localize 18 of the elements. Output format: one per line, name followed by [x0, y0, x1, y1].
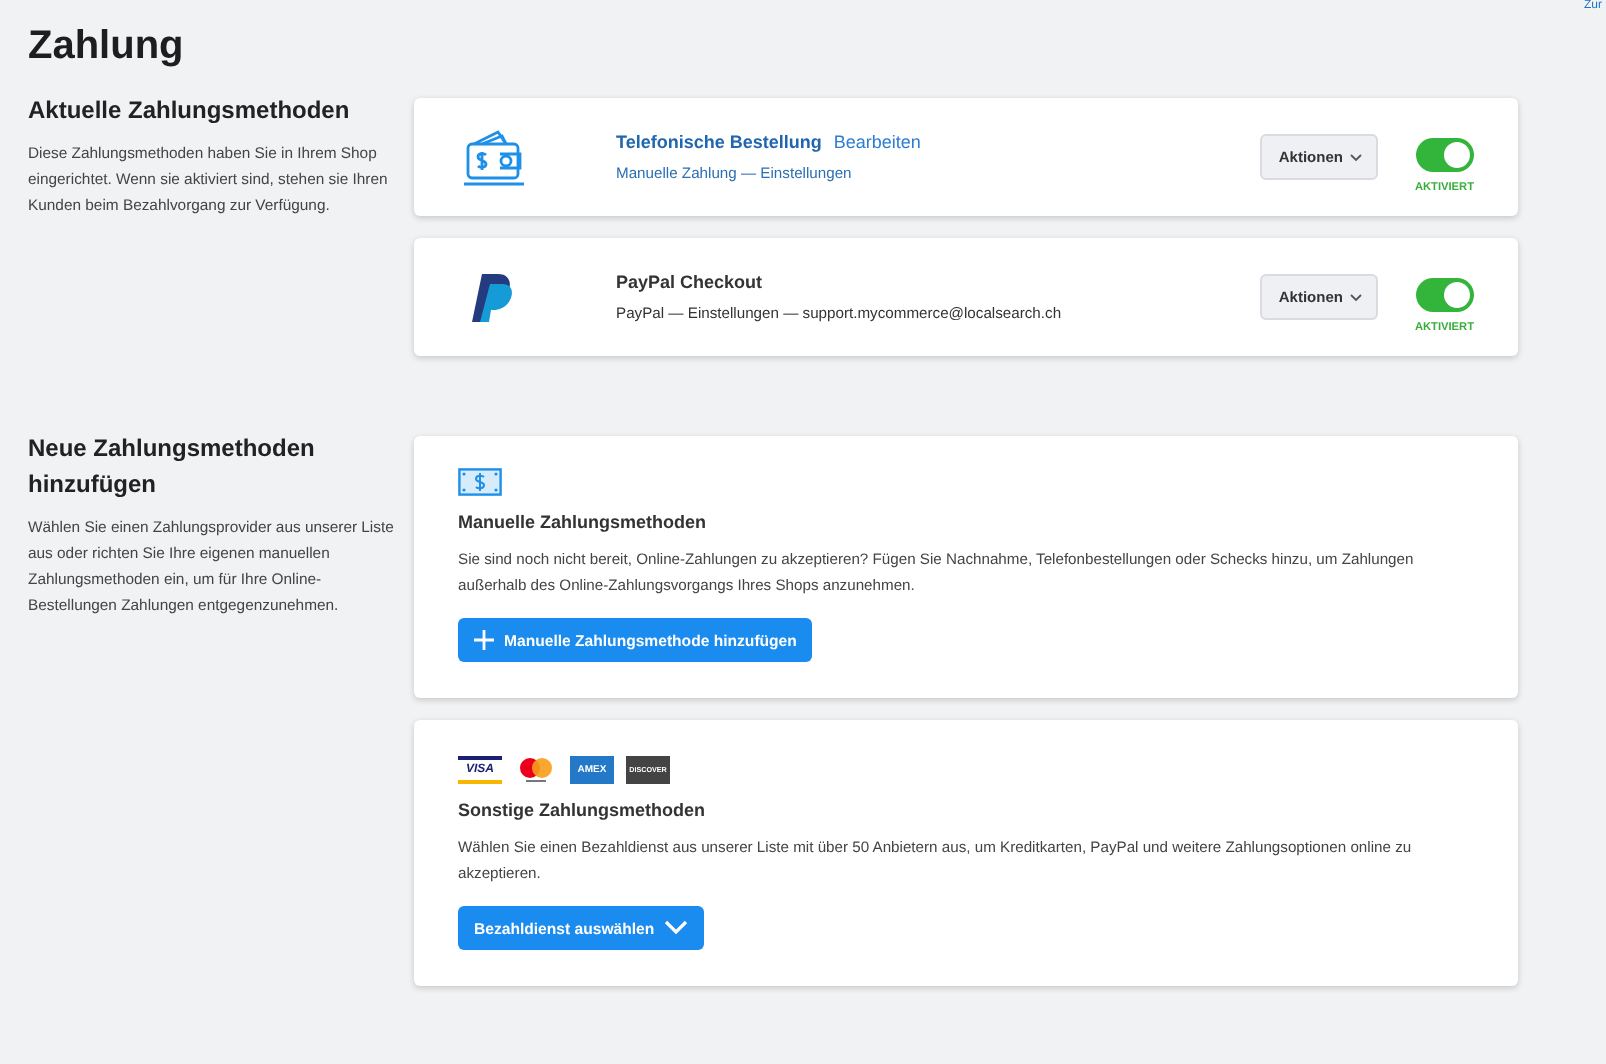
page-title: Zahlung: [28, 24, 186, 70]
section-heading: Aktuelle Zahlungsmethoden: [28, 94, 352, 128]
caret-icon: [1350, 293, 1363, 301]
paypal-logo-icon: [472, 271, 516, 323]
wallet-icon: [462, 127, 526, 187]
toggle-switch[interactable]: [1415, 277, 1474, 311]
toggle-switch[interactable]: [1415, 137, 1474, 171]
banknote-icon: [458, 468, 502, 496]
chevron-down-icon: [664, 920, 689, 936]
plus-icon: [474, 630, 494, 650]
panel-title: Manuelle Zahlungsmethoden: [458, 512, 707, 532]
mastercard-logo-icon: [514, 756, 558, 784]
caret-icon: [1350, 153, 1363, 161]
method-name-link[interactable]: Telefonische Bestellung: [616, 132, 822, 152]
panel-title: Sonstige Zahlungsmethoden: [458, 800, 706, 820]
section-heading: Neue Zahlungsmethoden hinzufügen: [28, 432, 317, 502]
method-name: PayPal Checkout: [616, 272, 763, 292]
edit-link[interactable]: Bearbeiten: [833, 132, 921, 152]
